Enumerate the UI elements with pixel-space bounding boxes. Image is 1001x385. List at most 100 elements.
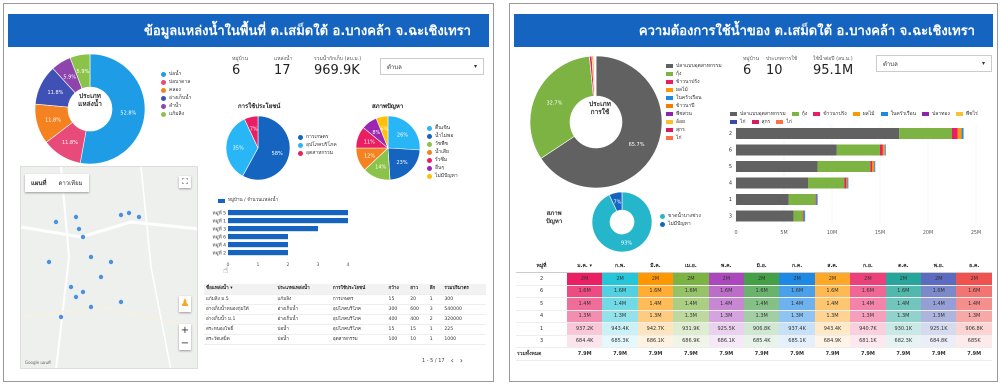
table-row[interactable]: 6 1.6M 1.6M 1.6M 1.6M 1.6M 1.6M 1.6M 1.6M 1.6M 1.6… [516, 285, 992, 298]
legend-swatch [666, 120, 673, 124]
stack-segment[interactable] [736, 177, 808, 189]
map-marker[interactable] [80, 234, 86, 240]
bar-หมู่ที่ 4[interactable] [228, 242, 288, 248]
table-header-cell[interactable]: ส.ค. [814, 260, 851, 273]
street-view-pegman-icon[interactable]: ♟ [179, 296, 191, 312]
map-marker[interactable] [58, 314, 64, 320]
satellite-tab[interactable]: ดาวเทียม [52, 174, 88, 192]
stack-segment[interactable] [957, 128, 962, 139]
right-footer [510, 376, 997, 381]
stack-segment[interactable] [882, 144, 885, 156]
table-header-cell[interactable]: ลึก [427, 284, 443, 295]
table-header-cell[interactable]: พ.ย. [921, 260, 957, 273]
map-marker[interactable] [73, 294, 79, 300]
prev-page-button[interactable]: ‹ [451, 356, 454, 365]
stack-segment[interactable] [884, 144, 886, 156]
stack-segment[interactable] [803, 210, 805, 222]
map-tab[interactable]: แผนที่ [25, 174, 52, 192]
map-marker[interactable] [53, 219, 59, 225]
map-marker[interactable] [68, 284, 74, 290]
stack-segment[interactable] [846, 177, 848, 189]
stack-segment[interactable] [736, 194, 789, 205]
table-row[interactable]: 1 937.2K 943.4K 942.7K 931.9K 925.5K 906.8K 937… [516, 322, 992, 336]
month-value-cell: 1.4M [637, 297, 674, 311]
map-marker[interactable] [46, 259, 52, 265]
stack-segment[interactable] [874, 161, 876, 172]
bar-หมู่ที่ 6[interactable] [228, 234, 288, 240]
legend-item: สุกร [666, 126, 722, 134]
table-header-cell[interactable]: ก.ย. [850, 260, 886, 273]
table-row[interactable]: อ่างเก็บน้ำหนองกุ่มใต้ อ่างเก็บน้ำ อุปโภคบ… [204, 304, 486, 315]
stack-segment[interactable] [736, 161, 818, 172]
fullscreen-icon[interactable]: ⛶ [179, 176, 191, 188]
table-row[interactable]: 5 1.4M 1.4M 1.4M 1.4M 1.4M 1.4M 1.4M 1.4M 1.4M 1.4… [516, 297, 992, 311]
table-row[interactable]: 4 1.3M 1.3M 1.3M 1.3M 1.3M 1.3M 1.3M 1.3M 1.3M 1.3… [516, 310, 992, 323]
stack-segment[interactable] [872, 161, 875, 172]
stack-segment[interactable] [736, 128, 900, 139]
table-header-cell[interactable]: ต.ค. [885, 260, 922, 273]
map-marker[interactable] [118, 299, 124, 305]
table-header-cell[interactable]: ม.ค. ▾ [566, 260, 603, 273]
stack-segment[interactable] [793, 210, 804, 222]
table-header-cell[interactable]: มี.ค. [637, 260, 674, 273]
stack-segment[interactable] [815, 194, 817, 205]
map-marker[interactable] [136, 214, 142, 220]
map-marker[interactable] [88, 254, 94, 260]
stack-segment[interactable] [788, 194, 816, 205]
table-header-cell[interactable]: ชื่อแหล่งน้ำ ▾ [204, 284, 276, 295]
table-row[interactable]: สระหนองโพธิ์ บ่อน้ำ อุปโภคบริโภค 15 15 1 225 [204, 324, 486, 335]
map-marker[interactable] [98, 274, 104, 280]
map-marker[interactable] [73, 214, 79, 220]
table-header-cell[interactable]: การใช้ประโยชน์ [330, 284, 387, 295]
table-header-cell[interactable]: หมู่ที่ [516, 260, 567, 273]
zoom-out-button[interactable]: − [179, 337, 191, 350]
table-header-cell[interactable]: รวมปริมาตร [442, 284, 486, 295]
stack-segment[interactable] [804, 210, 806, 222]
table-header-cell[interactable]: กว้าง [386, 284, 409, 295]
stack-segment[interactable] [736, 144, 837, 156]
bar-หมู่ที่ 2[interactable] [228, 250, 288, 256]
table-header-cell[interactable]: ประเภทแหล่งน้ำ [275, 284, 331, 295]
map-marker[interactable] [126, 210, 132, 216]
stack-segment[interactable] [817, 161, 871, 172]
legend-swatch [922, 112, 930, 116]
bar-หมู่ที่ 5[interactable] [228, 210, 348, 216]
subdistrict-filter-dropdown[interactable]: ตำบล ▾ [380, 58, 484, 75]
map-marker[interactable] [80, 289, 86, 295]
table-header-cell[interactable]: ยาว [408, 284, 428, 295]
map-marker[interactable] [88, 304, 94, 310]
water-source-map[interactable]: แผนที่ ดาวเทียม ⛶ ♟ + − Google แผนที่ [20, 166, 198, 369]
table-row[interactable]: อ่างเก็บน้ำ ม.1 อ่างเก็บน้ำ อุปโภคบริโภค 40… [204, 314, 486, 325]
stack-segment[interactable] [847, 177, 849, 189]
table-header-cell[interactable]: ก.พ. [602, 260, 638, 273]
next-page-button[interactable]: › [460, 356, 463, 365]
stack-segment[interactable] [870, 161, 873, 172]
stack-segment[interactable] [808, 177, 845, 189]
table-row[interactable]: 2 2M 2M 2M 2M 2M 2M 2M 2M 2M 2M 2M 2M [516, 272, 992, 286]
table-row[interactable]: แก้มลิง ม.5 แก้มลิง การเกษตร 15 20 1 300 [204, 294, 486, 305]
table-header-cell[interactable]: เม.ย. [673, 260, 709, 273]
stack-segment[interactable] [952, 128, 958, 139]
stack-segment[interactable] [836, 144, 880, 156]
stack-segment[interactable] [816, 194, 818, 205]
stack-segment[interactable] [961, 128, 964, 139]
table-header-cell[interactable]: พ.ค. [708, 260, 744, 273]
stack-segment[interactable] [880, 144, 883, 156]
table-header-cell[interactable]: มิ.ย. [743, 260, 780, 273]
bar-หมู่ที่ 1[interactable] [228, 218, 348, 224]
subdistrict-filter-dropdown[interactable]: ตำบล ▾ [876, 55, 992, 72]
stack-segment[interactable] [844, 177, 847, 189]
table-header-cell[interactable]: ก.ค. [779, 260, 815, 273]
month-value-cell: 1.6M [637, 285, 674, 298]
map-marker[interactable] [118, 212, 124, 218]
bar-หมู่ที่ 3[interactable] [228, 226, 318, 232]
map-marker[interactable] [108, 259, 114, 265]
table-row[interactable]: สระวัดเสม็ด บ่อน้ำ อุตสาหกรรม 100 10 1 1000 [204, 334, 486, 345]
map-attribution: Google แผนที่ [25, 360, 51, 365]
map-marker[interactable] [76, 226, 82, 232]
stack-segment[interactable] [736, 210, 794, 222]
table-header-cell[interactable]: ธ.ค. [956, 260, 992, 273]
zoom-in-button[interactable]: + [179, 324, 191, 337]
table-row[interactable]: 3 684.4K 685.3K 686.1K 686.9K 686.1K 685.4K 685… [516, 335, 992, 348]
stack-segment[interactable] [899, 128, 952, 139]
